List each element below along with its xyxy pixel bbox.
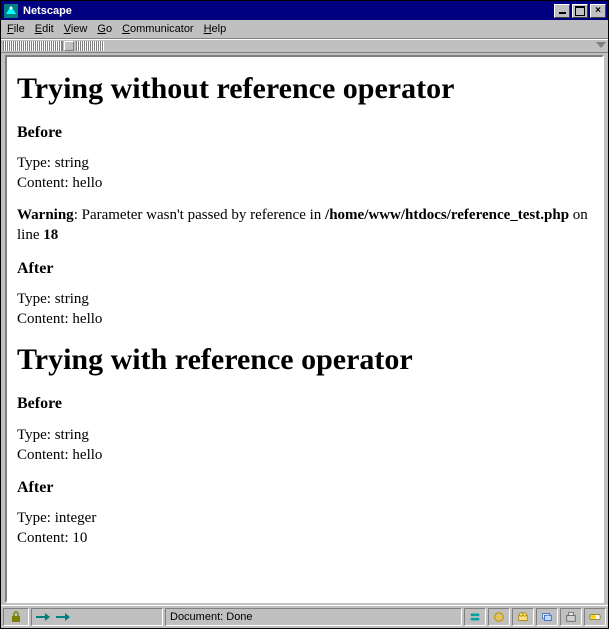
php-warning: Warning: Parameter wasn't passed by refe… — [17, 206, 592, 245]
toolbar-grip2[interactable] — [76, 41, 104, 51]
status-nav-cell — [31, 608, 163, 626]
subheading-before1: Before — [17, 123, 592, 142]
title-bar: Netscape × — [1, 1, 608, 20]
app-icon — [3, 3, 19, 19]
status-component-icon6[interactable] — [584, 608, 606, 626]
warning-line: 18 — [43, 227, 58, 243]
minimize-button[interactable] — [554, 4, 570, 18]
warning-path: /home/www/htdocs/reference_test.php — [325, 207, 569, 223]
menu-bar: File Edit View Go Communicator Help — [1, 20, 608, 39]
maximize-button[interactable] — [572, 4, 588, 18]
after2-block: Type: integer Content: 10 — [17, 509, 592, 547]
toolbar-grip[interactable] — [3, 41, 63, 51]
status-component-icon1[interactable] — [464, 608, 486, 626]
menu-file[interactable]: File — [7, 23, 25, 35]
after1-block: Type: string Content: hello — [17, 290, 592, 328]
subheading-after1: After — [17, 259, 592, 278]
before2-type: Type: string — [17, 426, 592, 444]
subheading-before2: Before — [17, 394, 592, 413]
nav-arrow-icon — [36, 613, 50, 621]
status-component-icon3[interactable] — [512, 608, 534, 626]
status-component-icon2[interactable] — [488, 608, 510, 626]
heading-section1: Trying without reference operator — [17, 71, 592, 107]
document-body: Trying without reference operator Before… — [7, 57, 602, 573]
subheading-after2: After — [17, 478, 592, 497]
before1-block: Type: string Content: hello — [17, 154, 592, 192]
toolbar-tab[interactable] — [64, 41, 74, 51]
before2-content: Content: hello — [17, 446, 592, 464]
status-component-icon5[interactable] — [560, 608, 582, 626]
before2-block: Type: string Content: hello — [17, 426, 592, 464]
warning-label: Warning — [17, 207, 74, 223]
status-bar: Document: Done — [1, 605, 608, 628]
content-viewport[interactable]: Trying without reference operator Before… — [5, 55, 604, 603]
after1-content: Content: hello — [17, 310, 592, 328]
status-security-icon[interactable] — [3, 608, 29, 626]
warning-text: : Parameter wasn't passed by reference i… — [74, 207, 325, 223]
status-component-icon4[interactable] — [536, 608, 558, 626]
after1-type: Type: string — [17, 290, 592, 308]
before1-content: Content: hello — [17, 174, 592, 192]
toolbar-collapsed[interactable] — [1, 39, 608, 53]
menu-go[interactable]: Go — [97, 23, 112, 35]
heading-section2: Trying with reference operator — [17, 342, 592, 378]
close-button[interactable]: × — [590, 4, 606, 18]
window-buttons: × — [552, 4, 606, 18]
status-text: Document: Done — [165, 608, 462, 626]
before1-type: Type: string — [17, 154, 592, 172]
nav-arrow2-icon — [56, 613, 70, 621]
menu-edit[interactable]: Edit — [35, 23, 54, 35]
after2-content: Content: 10 — [17, 529, 592, 547]
toolbar-expand-icon[interactable] — [596, 42, 606, 48]
window-title: Netscape — [23, 5, 552, 17]
menu-view[interactable]: View — [64, 23, 88, 35]
menu-help[interactable]: Help — [204, 23, 227, 35]
menu-communicator[interactable]: Communicator — [122, 23, 194, 35]
after2-type: Type: integer — [17, 509, 592, 527]
